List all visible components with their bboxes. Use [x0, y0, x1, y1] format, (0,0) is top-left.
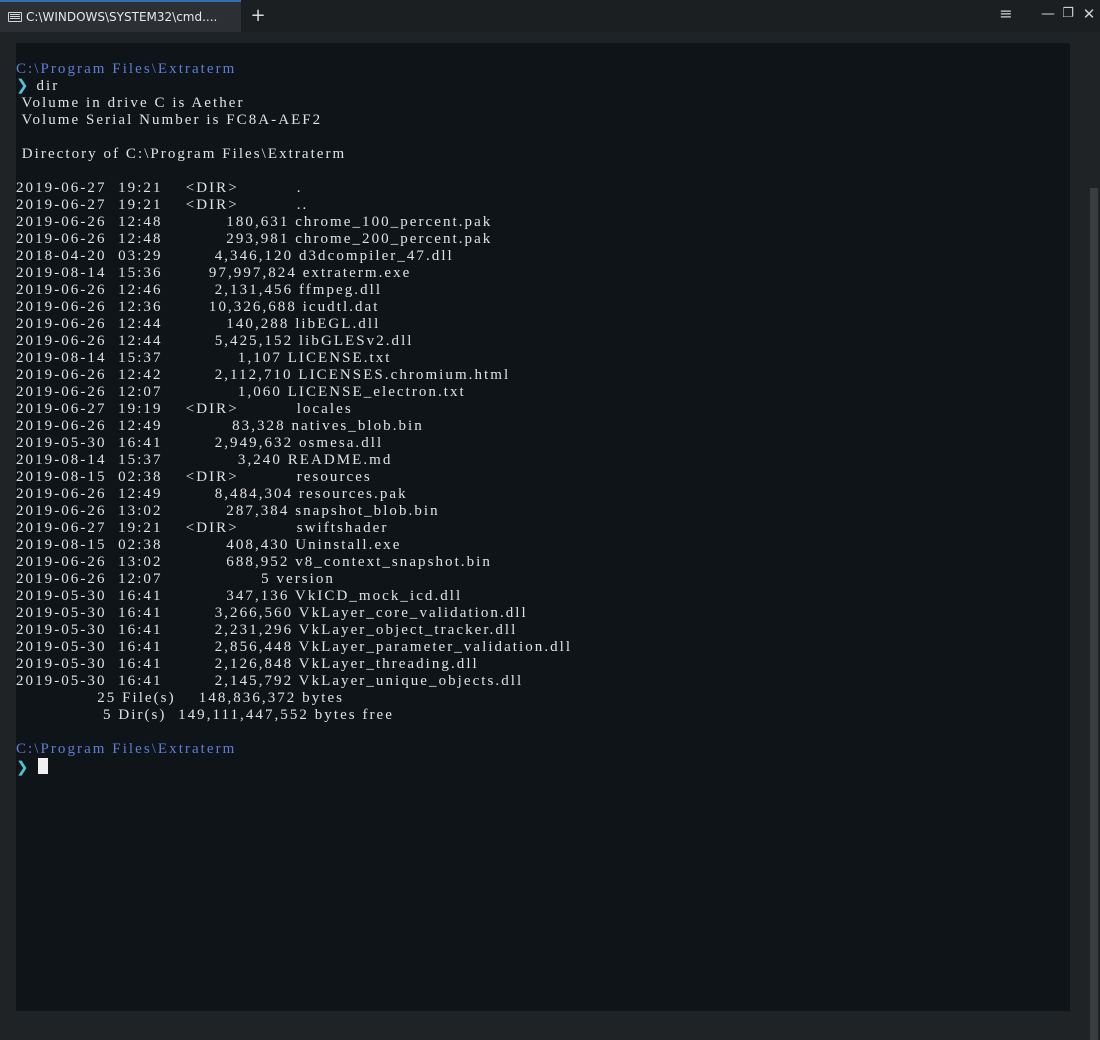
- listing-row: 2019-06-26 13:02 688,952 v8_context_snap…: [16, 554, 492, 570]
- prompt-icon: ❯: [16, 78, 31, 94]
- menu-icon[interactable]: ≡: [996, 4, 1016, 24]
- tab-bar: C:\WINDOWS\SYSTEM32\cmd.... + ≡ — ❐ ✕: [0, 0, 1100, 32]
- listing-row: 2019-08-15 02:38 408,430 Uninstall.exe: [16, 537, 402, 553]
- input-line[interactable]: ❯: [16, 758, 1070, 776]
- listing-row: 2019-06-26 12:48 293,981 chrome_200_perc…: [16, 231, 493, 247]
- tab-title: C:\WINDOWS\SYSTEM32\cmd....: [26, 10, 218, 24]
- listing-row: 2019-05-30 16:41 2,126,848 VkLayer_threa…: [16, 656, 479, 672]
- listing-row: 2019-05-30 16:41 2,856,448 VkLayer_param…: [16, 639, 573, 655]
- listing-row: 2019-06-26 12:44 140,288 libEGL.dll: [16, 316, 381, 332]
- listing-row: 2019-05-30 16:41 2,231,296 VkLayer_objec…: [16, 622, 518, 638]
- terminal-output[interactable]: C:\Program Files\Extraterm ❯ dir Volume …: [16, 43, 1070, 1011]
- terminal-window: C:\WINDOWS\SYSTEM32\cmd.... + ≡ — ❐ ✕ C:…: [0, 0, 1100, 1040]
- files-summary: 25 File(s) 148,836,372 bytes: [16, 690, 345, 706]
- listing-row: 2019-05-30 16:41 3,266,560 VkLayer_core_…: [16, 605, 528, 621]
- prompt-icon: ❯: [16, 760, 31, 776]
- dirs-summary: 5 Dir(s) 149,111,447,552 bytes free: [16, 707, 394, 723]
- prompt-path: C:\Program Files\Extraterm: [16, 741, 237, 757]
- listing-row: 2019-06-27 19:21 <DIR> swiftshader: [16, 520, 389, 536]
- listing-row: 2019-06-27 19:21 <DIR> .: [16, 180, 303, 196]
- text-cursor: [38, 758, 49, 774]
- listing-row: 2019-08-14 15:37 1,107 LICENSE.txt: [16, 350, 392, 366]
- listing-row: 2019-08-14 15:37 3,240 README.md: [16, 452, 393, 468]
- listing-row: 2019-08-14 15:36 97,997,824 extraterm.ex…: [16, 265, 412, 281]
- output-line: Directory of C:\Program Files\Extraterm: [16, 146, 347, 162]
- new-tab-button[interactable]: +: [249, 5, 267, 27]
- listing-row: 2019-06-27 19:21 <DIR> ..: [16, 197, 309, 213]
- scrollbar-thumb[interactable]: [1090, 188, 1098, 1040]
- listing-row: 2019-06-26 12:49 83,328 natives_blob.bin: [16, 418, 424, 434]
- output-line: Volume in drive C is Aether: [16, 95, 245, 111]
- keyboard-icon: [8, 12, 22, 22]
- command-text: dir: [36, 78, 60, 94]
- command-line: ❯ dir: [16, 78, 1070, 95]
- minimize-icon[interactable]: —: [1040, 4, 1056, 24]
- listing-row: 2019-06-26 12:07 5 version: [16, 571, 335, 587]
- listing-row: 2019-06-26 12:48 180,631 chrome_100_perc…: [16, 214, 493, 230]
- listing-row: 2019-06-26 13:02 287,384 snapshot_blob.b…: [16, 503, 440, 519]
- tab-cmd[interactable]: C:\WINDOWS\SYSTEM32\cmd....: [0, 0, 241, 32]
- listing-row: 2019-06-26 12:07 1,060 LICENSE_electron.…: [16, 384, 466, 400]
- listing-row: 2019-05-30 16:41 2,949,632 osmesa.dll: [16, 435, 384, 451]
- listing-row: 2019-06-26 12:46 2,131,456 ffmpeg.dll: [16, 282, 383, 298]
- maximize-icon[interactable]: ❐: [1060, 4, 1076, 24]
- listing-row: 2019-05-30 16:41 2,145,792 VkLayer_uniqu…: [16, 673, 524, 689]
- prompt-path: C:\Program Files\Extraterm: [16, 61, 237, 77]
- listing-row: 2019-06-27 19:19 <DIR> locales: [16, 401, 353, 417]
- output-line: Volume Serial Number is FC8A-AEF2: [16, 112, 323, 128]
- listing-row: 2019-05-30 16:41 347,136 VkICD_mock_icd.…: [16, 588, 463, 604]
- close-icon[interactable]: ✕: [1080, 4, 1098, 24]
- listing-row: 2019-08-15 02:38 <DIR> resources: [16, 469, 372, 485]
- listing-row: 2018-04-20 03:29 4,346,120 d3dcompiler_4…: [16, 248, 454, 264]
- listing-row: 2019-06-26 12:44 5,425,152 libGLESv2.dll: [16, 333, 414, 349]
- directory-listing: 2019-06-27 19:21 <DIR> . 2019-06-27 19:21…: [16, 180, 1070, 690]
- listing-row: 2019-06-26 12:42 2,112,710 LICENSES.chro…: [16, 367, 511, 383]
- listing-row: 2019-06-26 12:36 10,326,688 icudtl.dat: [16, 299, 380, 315]
- listing-row: 2019-06-26 12:49 8,484,304 resources.pak: [16, 486, 408, 502]
